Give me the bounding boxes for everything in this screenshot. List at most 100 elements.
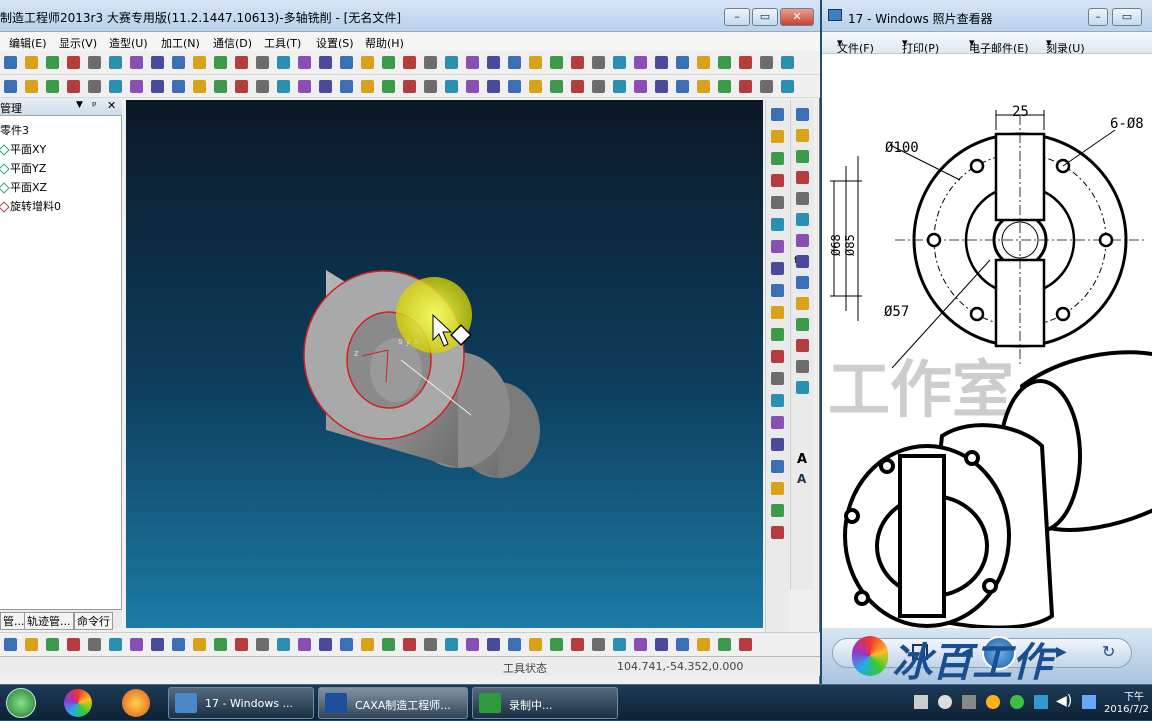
tree-item-plane-xz[interactable]: 平面XZ xyxy=(0,179,47,195)
toolbar-tool-icon[interactable] xyxy=(67,638,80,651)
toolbar-tool-icon[interactable] xyxy=(88,56,101,69)
toolbar-tool-icon[interactable] xyxy=(172,80,185,93)
toolbar-tool-icon[interactable] xyxy=(361,80,374,93)
pinned-app-icon[interactable] xyxy=(64,689,92,717)
toolbar-tool-icon[interactable] xyxy=(46,80,59,93)
toolbar-tool-icon[interactable] xyxy=(172,56,185,69)
toolbar-tool-icon[interactable] xyxy=(277,80,290,93)
toolbar-tool-icon[interactable] xyxy=(655,56,668,69)
toolbar-tool-icon[interactable] xyxy=(771,372,784,385)
toolbar-tool-icon[interactable] xyxy=(361,56,374,69)
cad-title-bar[interactable]: 制造工程师2013r3 大赛专用版(11.2.1447.10613)-多轴铣削 … xyxy=(0,0,820,32)
toolbar-tool-icon[interactable] xyxy=(796,360,809,373)
toolbar-tool-icon[interactable] xyxy=(67,56,80,69)
pin-icon[interactable]: ᵖ xyxy=(92,99,97,112)
tray-security-icon[interactable] xyxy=(1010,695,1024,709)
toolbar-tool-icon[interactable] xyxy=(172,638,185,651)
toolbar-tool-icon[interactable] xyxy=(256,638,269,651)
toolbar-tool-icon[interactable] xyxy=(796,381,809,394)
toolbar-tool-icon[interactable] xyxy=(796,108,809,121)
toolbar-tool-icon[interactable] xyxy=(88,638,101,651)
viewer-minimize-button[interactable]: – xyxy=(1088,8,1108,26)
toolbar-tool-icon[interactable] xyxy=(193,80,206,93)
toolbar-tool-icon[interactable] xyxy=(771,394,784,407)
toolbar-tool-icon[interactable] xyxy=(445,638,458,651)
toolbar-tool-icon[interactable] xyxy=(277,638,290,651)
toolbar-tool-icon[interactable] xyxy=(109,80,122,93)
clock-time[interactable]: 下午 xyxy=(1124,688,1144,703)
viewer-menu-burn[interactable]: 刻录(U) ▾ xyxy=(1046,36,1085,55)
toolbar-tool-icon[interactable] xyxy=(655,80,668,93)
toolbar-tool-icon[interactable] xyxy=(361,638,374,651)
menu-edit[interactable]: 编辑(E) xyxy=(9,35,47,51)
tray-app-icon[interactable] xyxy=(914,695,928,709)
toolbar-tool-icon[interactable] xyxy=(529,638,542,651)
toolbar-tool-icon[interactable] xyxy=(634,80,647,93)
task-recorder[interactable]: 录制中... xyxy=(472,687,618,719)
toolbar-tool-icon[interactable] xyxy=(130,56,143,69)
toolbar-tool-icon[interactable] xyxy=(151,638,164,651)
viewer-title-bar[interactable]: 17 - Windows 照片查看器 – ▭ xyxy=(822,0,1152,32)
toolbar-tool-icon[interactable] xyxy=(130,80,143,93)
tray-update-icon[interactable] xyxy=(986,695,1000,709)
toolbar-tool-icon[interactable] xyxy=(424,638,437,651)
toolbar-tool-icon[interactable] xyxy=(771,284,784,297)
toolbar-tool-icon[interactable] xyxy=(382,80,395,93)
toolbar-tool-icon[interactable] xyxy=(613,638,626,651)
menu-machining[interactable]: 加工(N) xyxy=(161,35,200,51)
toolbar-tool-icon[interactable] xyxy=(697,56,710,69)
toolbar-tool-icon[interactable] xyxy=(235,80,248,93)
toolbar-tool-icon[interactable] xyxy=(676,80,689,93)
toolbar-tool-icon[interactable] xyxy=(571,56,584,69)
toolbar-tool-icon[interactable] xyxy=(771,306,784,319)
toolbar-tool-icon[interactable] xyxy=(46,638,59,651)
toolbar-tool-icon[interactable] xyxy=(771,460,784,473)
toolbar-tool-icon[interactable] xyxy=(25,56,38,69)
panel-close-icon[interactable]: ✕ xyxy=(107,99,116,112)
toolbar-tool-icon[interactable] xyxy=(466,56,479,69)
toolbar-tool-icon[interactable] xyxy=(592,638,605,651)
toolbar-tool-icon[interactable] xyxy=(796,129,809,142)
toolbar-tool-icon[interactable] xyxy=(445,80,458,93)
menu-communication[interactable]: 通信(D) xyxy=(213,35,252,51)
toolbar-tool-icon[interactable] xyxy=(382,638,395,651)
toolbar-tool-icon[interactable] xyxy=(403,56,416,69)
minimize-button[interactable]: – xyxy=(724,8,750,26)
toolbar-tool-icon[interactable] xyxy=(508,638,521,651)
tab-command-line[interactable]: 命令行 xyxy=(74,612,113,630)
toolbar-tool-icon[interactable] xyxy=(508,80,521,93)
toolbar-tool-icon[interactable] xyxy=(796,213,809,226)
toolbar-tool-icon[interactable] xyxy=(739,56,752,69)
toolbar-tool-icon[interactable] xyxy=(781,80,794,93)
toolbar-tool-icon[interactable] xyxy=(771,526,784,539)
toolbar-tool-icon[interactable] xyxy=(592,56,605,69)
toolbar-tool-icon[interactable] xyxy=(771,482,784,495)
toolbar-tool-icon[interactable] xyxy=(214,80,227,93)
toolbar-tool-icon[interactable] xyxy=(771,218,784,231)
toolbar-tool-icon[interactable] xyxy=(796,318,809,331)
toolbar-tool-icon[interactable] xyxy=(109,638,122,651)
toolbar-tool-icon[interactable] xyxy=(676,638,689,651)
menu-help[interactable]: 帮助(H) xyxy=(365,35,404,51)
toolbar-tool-icon[interactable] xyxy=(487,638,500,651)
toolbar-tool-icon[interactable] xyxy=(256,80,269,93)
toolbar-tool-icon[interactable] xyxy=(67,80,80,93)
firefox-icon[interactable] xyxy=(122,689,150,717)
toolbar-tool-icon[interactable] xyxy=(718,638,731,651)
toolbar-tool-icon[interactable] xyxy=(151,56,164,69)
toolbar-tool-icon[interactable] xyxy=(487,56,500,69)
toolbar-tool-icon[interactable] xyxy=(771,196,784,209)
toolbar-tool-icon[interactable] xyxy=(739,638,752,651)
toolbar-tool-icon[interactable] xyxy=(340,80,353,93)
toolbar-tool-icon[interactable] xyxy=(277,56,290,69)
menu-settings[interactable]: 设置(S) xyxy=(316,35,354,51)
toolbar-tool-icon[interactable] xyxy=(771,108,784,121)
toolbar-tool-icon[interactable] xyxy=(214,638,227,651)
toolbar-tool-icon[interactable] xyxy=(235,56,248,69)
toolbar-tool-icon[interactable] xyxy=(796,297,809,310)
rotate-icon[interactable]: ↻ xyxy=(1102,642,1115,661)
toolbar-tool-icon[interactable] xyxy=(466,638,479,651)
toolbar-tool-icon[interactable] xyxy=(487,80,500,93)
toolbar-tool-icon[interactable] xyxy=(46,56,59,69)
toolbar-tool-icon[interactable] xyxy=(697,80,710,93)
